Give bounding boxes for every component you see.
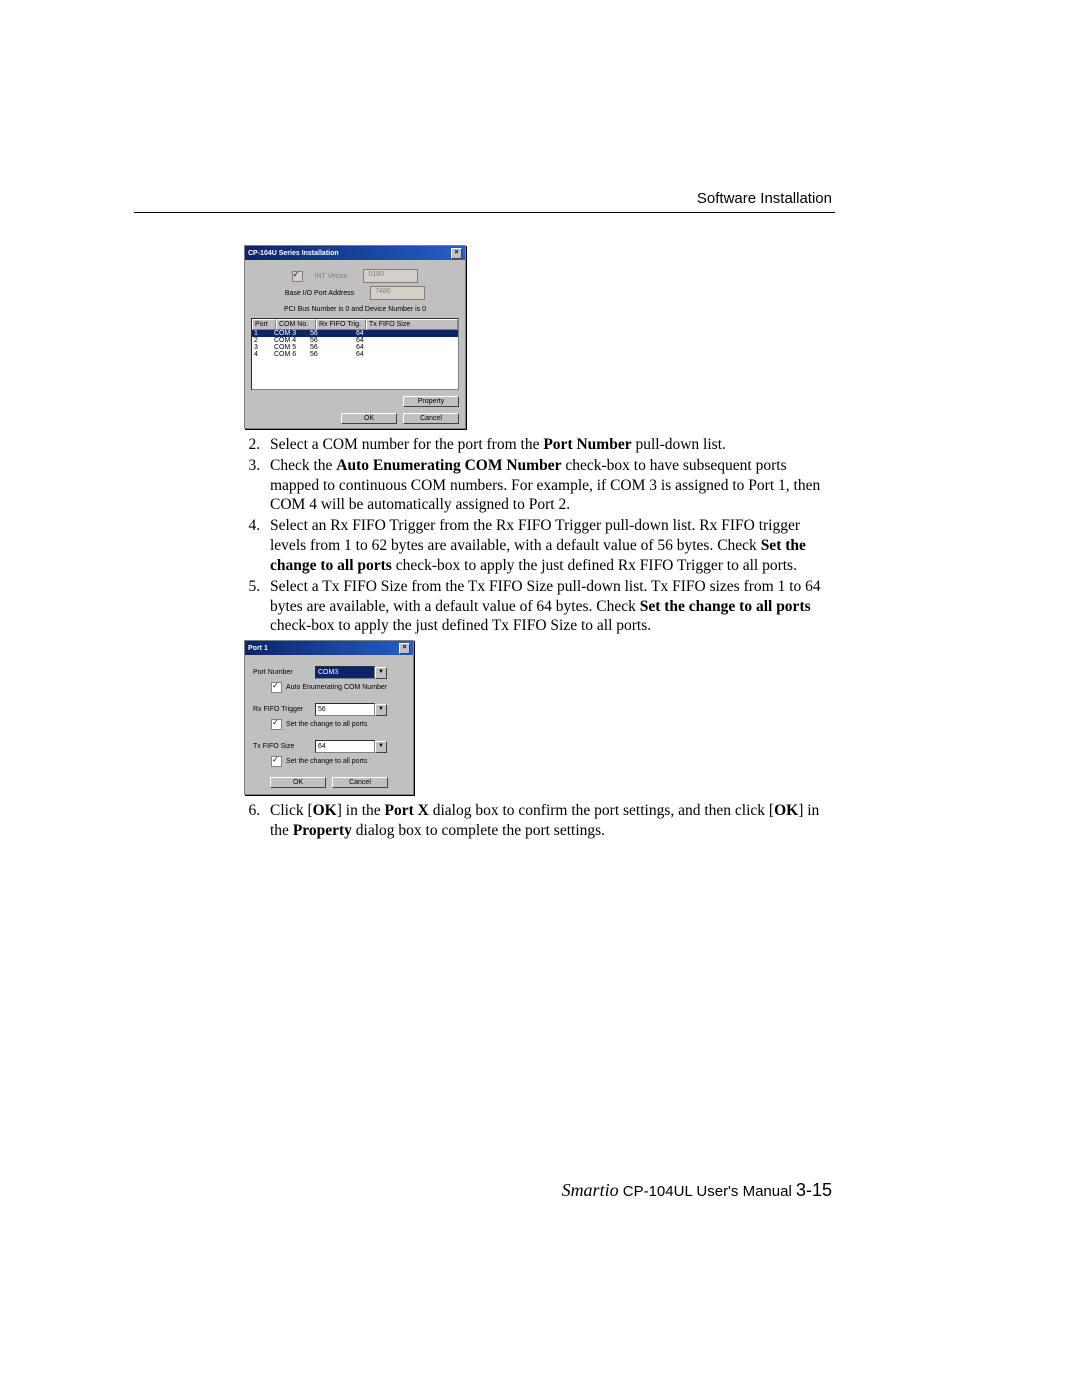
port-number-dropdown[interactable]: COM3 ▼ [315, 666, 387, 679]
close-icon[interactable]: × [451, 248, 462, 259]
chevron-down-icon[interactable]: ▼ [375, 667, 387, 679]
tx-fifo-dropdown[interactable]: 64 ▼ [315, 740, 387, 753]
col-rxfifo: Rx FIFO Trig. [316, 319, 366, 330]
pci-bus-text: PCI Bus Number is 0 and Device Number is… [284, 306, 426, 313]
rx-apply-all-label: Set the change to all ports [286, 721, 367, 728]
ports-table: Port COM No. Rx FIFO Trig. Tx FIFO Size … [251, 318, 459, 390]
int-vector-checkbox [292, 271, 303, 282]
cancel-button[interactable]: Cancel [403, 413, 459, 424]
col-comno: COM No. [276, 319, 316, 330]
property-button[interactable]: Property [403, 396, 459, 407]
dialog-titlebar: CP-104U Series Installation × [245, 246, 465, 260]
cancel-button[interactable]: Cancel [332, 777, 388, 788]
dialog-titlebar: Port 1 × [245, 641, 413, 655]
dialog-title: CP-104U Series Installation [248, 250, 339, 257]
table-row[interactable]: 4 COM 6 56 64 [252, 351, 458, 358]
page-footer: Smartio CP-104UL User's Manual 3-15 [562, 1180, 832, 1201]
footer-page: 3-15 [796, 1180, 832, 1200]
installation-dialog: CP-104U Series Installation × INT Vector… [244, 245, 466, 429]
close-icon[interactable]: × [399, 643, 410, 654]
rx-apply-all-checkbox[interactable] [271, 719, 282, 730]
base-io-label: Base I/O Port Address [285, 290, 354, 297]
page: Software Installation CP-104U Series Ins… [0, 0, 1080, 1397]
page-header: Software Installation [697, 190, 832, 207]
step-4: Select an Rx FIFO Trigger from the Rx FI… [264, 516, 835, 575]
step-3: Check the Auto Enumerating COM Number ch… [264, 456, 835, 515]
tx-apply-all-checkbox[interactable] [271, 756, 282, 767]
instruction-list: Select a COM number for the port from th… [230, 435, 835, 636]
tx-fifo-label: Tx FIFO Size [253, 743, 315, 750]
table-row[interactable]: 1 COM 3 56 64 [252, 330, 458, 337]
dialog-title: Port 1 [248, 645, 268, 652]
chevron-down-icon[interactable]: ▼ [375, 704, 387, 716]
ok-button[interactable]: OK [341, 413, 397, 424]
auto-enum-label: Auto Enumerating COM Number [286, 684, 387, 691]
auto-enum-checkbox[interactable] [271, 682, 282, 693]
rx-fifo-label: Rx FIFO Trigger [253, 706, 315, 713]
ok-button[interactable]: OK [270, 777, 326, 788]
instruction-list-cont: Click [OK] in the Port X dialog box to c… [230, 801, 835, 841]
content: CP-104U Series Installation × INT Vector… [230, 245, 835, 841]
step-2: Select a COM number for the port from th… [264, 435, 835, 455]
port-dialog: Port 1 × Port Number COM3 ▼ Auto Enumera… [244, 640, 414, 795]
rx-fifo-dropdown[interactable]: 56 ▼ [315, 703, 387, 716]
header-rule [134, 212, 835, 213]
base-io-field: 7480 [370, 286, 425, 300]
int-vector-field: 0180 [363, 269, 418, 283]
footer-product: CP-104UL User's Manual [619, 1183, 796, 1200]
step-5: Select a Tx FIFO Size from the Tx FIFO S… [264, 577, 835, 636]
table-row[interactable]: 3 COM 5 56 64 [252, 344, 458, 351]
table-row[interactable]: 2 COM 4 56 64 [252, 337, 458, 344]
port-number-label: Port Number [253, 669, 315, 676]
tx-apply-all-label: Set the change to all ports [286, 758, 367, 765]
col-txfifo: Tx FIFO Size [366, 319, 458, 330]
step-6: Click [OK] in the Port X dialog box to c… [264, 801, 835, 841]
footer-brand: Smartio [562, 1180, 619, 1200]
col-port: Port [252, 319, 276, 330]
int-vector-label: INT Vector [315, 273, 348, 280]
chevron-down-icon[interactable]: ▼ [375, 741, 387, 753]
